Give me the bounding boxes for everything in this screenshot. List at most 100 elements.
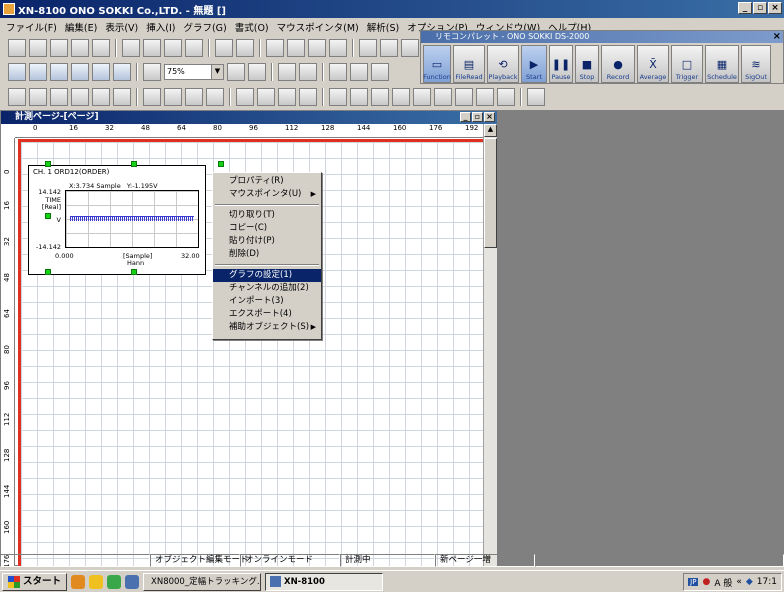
graph-object[interactable]: CH. 1 ORD12(ORDER) X:3.734 Sample Y:-1.1… [28, 165, 206, 275]
waveform-icon[interactable] [392, 88, 410, 106]
nyquist-icon[interactable] [497, 88, 515, 106]
menu-item-properties[interactable]: プロパティ(R) [213, 175, 321, 188]
vertical-scrollbar[interactable]: ▲ [483, 124, 497, 567]
minimize-button[interactable]: _ [738, 2, 752, 14]
select-icon[interactable] [164, 88, 182, 106]
language-icon[interactable]: JP [688, 578, 699, 586]
quicklaunch-media-icon[interactable] [107, 574, 122, 589]
zoom-in-icon[interactable] [227, 63, 245, 81]
menu-item-graph-settings[interactable]: グラフの設定(1) [213, 269, 321, 282]
campbell-icon[interactable] [455, 88, 473, 106]
hand-icon[interactable] [143, 88, 161, 106]
cut-icon[interactable] [266, 39, 284, 57]
doc-minimize-button[interactable]: _ [460, 112, 471, 122]
menu-file[interactable]: ファイル(F) [2, 20, 61, 34]
align-bottom-icon[interactable] [113, 88, 131, 106]
layout-4-icon[interactable] [71, 63, 89, 81]
undo-icon[interactable] [215, 39, 233, 57]
menu-item-cut[interactable]: 切り取り(T) [213, 209, 321, 222]
spectrum-icon[interactable] [371, 88, 389, 106]
trigger-button[interactable]: □ Trigger [671, 45, 703, 83]
align-center-icon[interactable] [29, 88, 47, 106]
menu-item-mouse-pointer[interactable]: マウスポインタ(U) ▶ [213, 188, 321, 201]
orbit-icon[interactable] [413, 88, 431, 106]
graph-type-icon[interactable] [350, 88, 368, 106]
align-icon[interactable] [401, 39, 419, 57]
sigout-button[interactable]: ≋ SigOut [741, 45, 771, 83]
maximize-button[interactable]: ▫ [753, 2, 767, 14]
layout-1-icon[interactable] [8, 63, 26, 81]
resize-handle[interactable] [45, 213, 51, 219]
quicklaunch-browser-icon[interactable] [71, 574, 86, 589]
record-button[interactable]: ● Record [601, 45, 635, 83]
menu-item-aux-object[interactable]: 補助オブジェクト(S) ▶ [213, 321, 321, 334]
waterfall-icon[interactable] [434, 88, 452, 106]
graph-add-icon[interactable] [329, 88, 347, 106]
chart-icon[interactable] [329, 63, 347, 81]
paste-special-icon[interactable] [329, 39, 347, 57]
align-left-icon[interactable] [8, 88, 26, 106]
scroll-up-icon[interactable]: ▲ [484, 124, 497, 137]
menu-graph[interactable]: グラフ(G) [179, 20, 230, 34]
copy-icon[interactable] [287, 39, 305, 57]
doc-maximize-button[interactable]: ▫ [472, 112, 483, 122]
network-icon[interactable]: ◆ [746, 577, 753, 587]
menu-item-paste[interactable]: 貼り付け(P) [213, 235, 321, 248]
template-icon[interactable] [71, 39, 89, 57]
align-middle-icon[interactable] [92, 88, 110, 106]
menu-item-delete[interactable]: 削除(D) [213, 248, 321, 261]
text-icon[interactable] [371, 63, 389, 81]
taskbar-item-xn8100[interactable]: XN-8100 [265, 572, 384, 591]
new-icon[interactable] [8, 39, 26, 57]
menu-view[interactable]: 表示(V) [101, 20, 142, 34]
resize-handle[interactable] [45, 161, 51, 167]
function-button[interactable]: ▭ Function [423, 45, 451, 83]
print-setup-icon[interactable] [164, 39, 182, 57]
ruler-icon[interactable] [299, 63, 317, 81]
export-icon[interactable] [185, 39, 203, 57]
menu-item-copy[interactable]: コピー(C) [213, 222, 321, 235]
ungroup-icon[interactable] [380, 39, 398, 57]
schedule-button[interactable]: ▦ Schedule [705, 45, 739, 83]
line-icon[interactable] [278, 88, 296, 106]
redo-icon[interactable] [236, 39, 254, 57]
resize-handle[interactable] [45, 269, 51, 275]
open-icon[interactable] [29, 39, 47, 57]
bode-icon[interactable] [476, 88, 494, 106]
grid-icon[interactable] [278, 63, 296, 81]
show-hidden-icons[interactable]: « [736, 577, 742, 587]
align-top-icon[interactable] [71, 88, 89, 106]
marker-icon[interactable] [185, 88, 203, 106]
resize-handle[interactable] [218, 161, 224, 167]
close-button[interactable]: × [768, 2, 782, 14]
menu-mouse-pointer[interactable]: マウスポインタ(M) [273, 20, 363, 34]
taskbar-item-xn8000-doc[interactable]: XN8000_定幅トラッキング... [143, 572, 262, 591]
menu-item-add-channel[interactable]: チャンネルの追加(2) [213, 282, 321, 295]
start-button[interactable]: ▶ Start [521, 45, 547, 83]
page-icon[interactable] [92, 39, 110, 57]
zoom-select[interactable]: 75% ▼ [164, 64, 224, 80]
print-preview-icon[interactable] [143, 39, 161, 57]
frame-icon[interactable] [257, 88, 275, 106]
fit-page-icon[interactable] [143, 63, 161, 81]
menu-insert[interactable]: 挿入(I) [142, 20, 179, 34]
resize-handle[interactable] [131, 161, 137, 167]
save-icon[interactable] [50, 39, 68, 57]
help-icon[interactable] [527, 88, 545, 106]
layout-3-icon[interactable] [50, 63, 68, 81]
stop-button[interactable]: ■ Stop [575, 45, 599, 83]
layout-2-icon[interactable] [29, 63, 47, 81]
menu-analysis[interactable]: 解析(S) [363, 20, 403, 34]
palette-close-icon[interactable]: × [773, 31, 781, 43]
menu-edit[interactable]: 編集(E) [61, 20, 101, 34]
graph-plot-area[interactable] [65, 190, 199, 248]
print-icon[interactable] [122, 39, 140, 57]
menu-item-export[interactable]: エクスポート(4) [213, 308, 321, 321]
average-button[interactable]: X̄ Average [637, 45, 669, 83]
layout-5-icon[interactable] [92, 63, 110, 81]
rectangle-icon[interactable] [236, 88, 254, 106]
scroll-thumb[interactable] [484, 138, 497, 248]
chevron-down-icon[interactable]: ▼ [211, 65, 223, 79]
paste-icon[interactable] [308, 39, 326, 57]
doc-close-button[interactable]: × [484, 112, 495, 122]
